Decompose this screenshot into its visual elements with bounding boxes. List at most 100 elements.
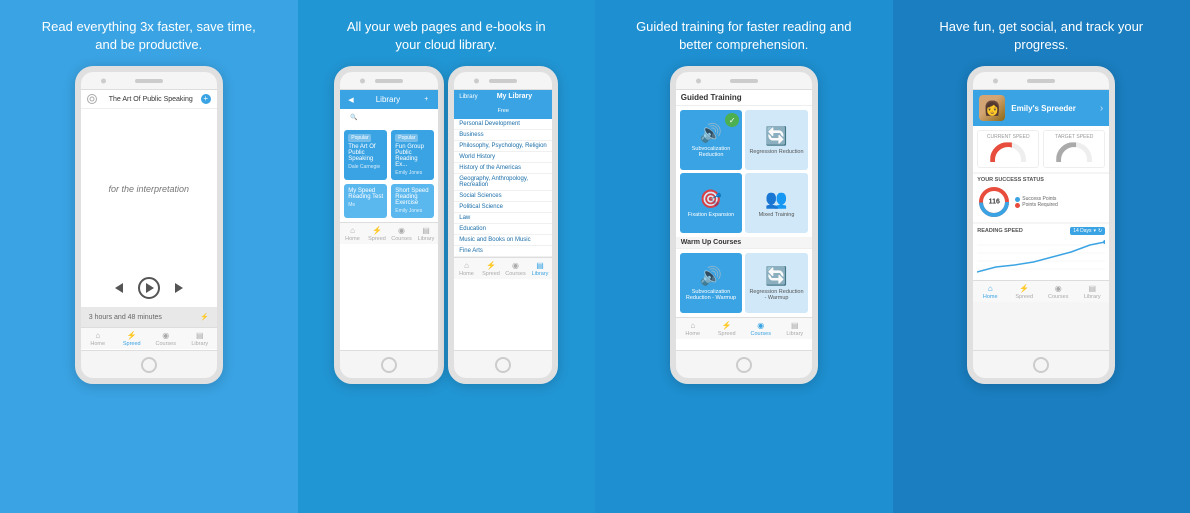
current-speed-label: CURRENT SPEED <box>981 134 1035 140</box>
phone-4-top <box>973 72 1109 90</box>
book-4-meta: Emily Jones <box>395 208 430 214</box>
training-card-1[interactable]: 🔊 Subvocalization Reduction ✓ <box>680 110 743 170</box>
warmup-card-2[interactable]: 🔄 Regression Reduction - Warmup <box>745 253 808 313</box>
nav-home-2a[interactable]: ⌂Home <box>340 226 365 242</box>
donut-number: 116 <box>989 199 1000 206</box>
play-icon <box>146 283 154 293</box>
prev-button[interactable] <box>108 277 130 299</box>
nav-library[interactable]: ▤ Library <box>183 331 217 347</box>
nav-courses[interactable]: ◉ Courses <box>149 331 183 347</box>
nav-courses-4[interactable]: ◉Courses <box>1041 284 1075 300</box>
legend-dot-1 <box>1015 197 1020 202</box>
nav-spreed-3[interactable]: ⚡Spreed <box>710 321 744 337</box>
nav-library-2a[interactable]: ▤Library <box>414 226 439 242</box>
book-card-4[interactable]: Short Speed Reading Exercise Emily Jones <box>391 184 434 218</box>
add-button[interactable]: + <box>201 94 211 104</box>
panel-3: Guided training for faster reading and b… <box>595 0 893 513</box>
cat-12[interactable]: Fine Arts <box>454 246 552 257</box>
reading-speed-section: READING SPEED 14 Days ▾ ↻ <box>973 224 1109 280</box>
spreed-icon: ⚡ <box>127 331 137 340</box>
nav-courses-3[interactable]: ◉Courses <box>744 321 778 337</box>
phone-2b-speaker <box>489 79 517 83</box>
warmup-section: Warm Up Courses <box>676 237 812 249</box>
nav-spreed-2a[interactable]: ⚡Spreed <box>365 226 390 242</box>
mixed-label: Mixed Training <box>759 212 795 218</box>
training-card-2[interactable]: 🔄 Regression Reduction <box>745 110 808 170</box>
book-2-title: Fun Group Public Reading Ex... <box>395 144 430 168</box>
next-button[interactable] <box>168 277 190 299</box>
home-btn-3[interactable] <box>736 357 752 373</box>
book-card-2[interactable]: Popular Fun Group Public Reading Ex... E… <box>391 130 434 180</box>
nav-library-2b[interactable]: ▤Library <box>528 261 553 277</box>
bottom-nav-4: ⌂Home ⚡Spreed ◉Courses ▤Library <box>973 280 1109 302</box>
home-btn-2b[interactable] <box>495 357 511 373</box>
bottom-nav-1: ⌂ Home ⚡ Spreed ◉ Courses ▤ Library <box>81 327 217 349</box>
home-btn-2a[interactable] <box>381 357 397 373</box>
regression-icon: 🔄 <box>765 126 787 147</box>
next-icon <box>175 283 183 293</box>
cat-2[interactable]: Business <box>454 130 552 141</box>
phone-3-camera <box>696 78 701 83</box>
nav-spreed-2b[interactable]: ⚡Spreed <box>479 261 504 277</box>
cat-11[interactable]: Music and Books on Music <box>454 235 552 246</box>
profile-info: Emily's Spreeder <box>1011 104 1094 113</box>
library-search[interactable]: 🔍 searching 31565 books <box>345 112 433 123</box>
speed-row: CURRENT SPEED TARGET SPEED <box>973 126 1109 172</box>
warmup-card-1[interactable]: 🔊 Subvocalization Reduction - Warmup <box>680 253 743 313</box>
legend-2: Points Required <box>1015 202 1058 208</box>
nav-home-4[interactable]: ⌂Home <box>973 284 1007 300</box>
nav-home[interactable]: ⌂ Home <box>81 331 115 347</box>
fixation-label: Fixation Expansion <box>688 212 734 218</box>
chevron-down-icon: ▾ <box>1094 228 1097 234</box>
subvoc-label: Subvocalization Reduction <box>684 146 739 158</box>
book-1-title: The Art Of Public Speaking <box>348 144 383 162</box>
reader-controls <box>81 269 217 307</box>
nav-spreed-label: Spreed <box>123 341 141 347</box>
training-card-3[interactable]: 🎯 Fixation Expansion <box>680 173 743 233</box>
cat-1[interactable]: Personal Development <box>454 119 552 130</box>
book-2-meta: Emily Jones <box>395 170 430 176</box>
profile-name: Emily's Spreeder <box>1011 104 1094 113</box>
training-card-4[interactable]: 👥 Mixed Training <box>745 173 808 233</box>
prev-icon <box>115 283 123 293</box>
book-card-3[interactable]: My Speed Reading Test Me <box>344 184 387 218</box>
courses-icon: ◉ <box>162 331 169 340</box>
cat-3[interactable]: Philosophy, Psychology, Religion <box>454 141 552 152</box>
panel-2-phone-2: Library My Library Free Personal Develop… <box>448 66 558 384</box>
cat-8[interactable]: Political Science <box>454 202 552 213</box>
phone-1-bottom <box>81 350 217 378</box>
cat-5[interactable]: History of the Americas <box>454 163 552 174</box>
nav-spreed-4[interactable]: ⚡Spreed <box>1007 284 1041 300</box>
phone-2a-speaker <box>375 79 403 83</box>
book-1-tag: Popular <box>348 134 371 142</box>
library-add-btn[interactable]: + <box>422 96 430 104</box>
nav-library-3[interactable]: ▤Library <box>778 321 812 337</box>
nav-spreed[interactable]: ⚡ Spreed <box>115 331 149 347</box>
nav-courses-2a[interactable]: ◉Courses <box>389 226 414 242</box>
donut-chart: 116 <box>977 185 1011 219</box>
nav-library-4[interactable]: ▤Library <box>1075 284 1109 300</box>
nav-home-3[interactable]: ⌂Home <box>676 321 710 337</box>
progress-time: 3 hours and 48 minutes <box>89 314 162 321</box>
cat-10[interactable]: Education <box>454 224 552 235</box>
book-card-1[interactable]: Popular The Art Of Public Speaking Dale … <box>344 130 387 180</box>
reader-header: The Art Of Public Speaking + <box>81 90 217 109</box>
free-btn[interactable]: Free <box>492 107 515 115</box>
home-button[interactable] <box>141 357 157 373</box>
nav-courses-label: Courses <box>156 341 176 347</box>
cat-9[interactable]: Law <box>454 213 552 224</box>
panel-3-phone: Guided Training 🔊 Subvocalization Reduct… <box>670 66 818 384</box>
play-button[interactable] <box>138 277 160 299</box>
success-label: YOUR SUCCESS STATUS <box>977 177 1105 183</box>
nav-courses-2b[interactable]: ◉Courses <box>503 261 528 277</box>
cat-7[interactable]: Social Sciences <box>454 191 552 202</box>
profile-arrow: › <box>1100 103 1103 114</box>
phone-2a-bottom <box>340 350 438 378</box>
browse-list: Personal Development Business Philosophy… <box>454 119 552 257</box>
cat-4[interactable]: World History <box>454 152 552 163</box>
nav-home-2b[interactable]: ⌂Home <box>454 261 479 277</box>
cat-6[interactable]: Geography, Anthropology, Recreation <box>454 174 552 191</box>
home-btn-4[interactable] <box>1033 357 1049 373</box>
current-speed-gauge <box>990 142 1026 162</box>
period-dropdown[interactable]: 14 Days ▾ ↻ <box>1070 227 1105 235</box>
